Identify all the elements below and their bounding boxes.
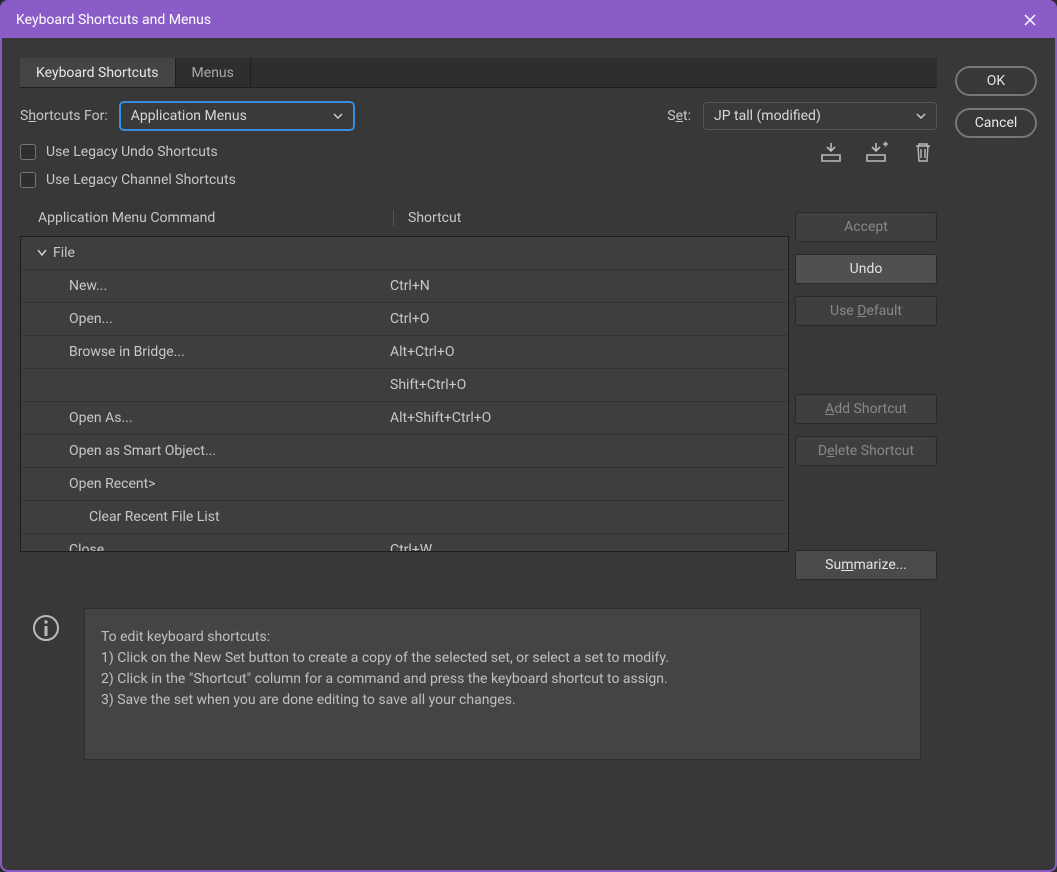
chevron-down-icon (37, 249, 47, 257)
shortcut-cell[interactable]: Alt+Ctrl+O (376, 344, 788, 360)
shortcut-cell[interactable]: Ctrl+W (376, 542, 788, 551)
table-row[interactable]: Clear Recent File List (21, 501, 788, 534)
help-line: To edit keyboard shortcuts: (101, 627, 904, 648)
tab-menus[interactable]: Menus (176, 58, 251, 87)
checkbox-icon (20, 172, 36, 188)
command-cell: Open As... (21, 410, 376, 426)
save-set-button[interactable] (817, 138, 845, 166)
command-label: New... (69, 278, 107, 294)
shortcuts-for-value: Application Menus (131, 108, 247, 124)
shortcut-cell[interactable]: Shift+Ctrl+O (376, 377, 788, 393)
shortcut-cell[interactable]: Alt+Shift+Ctrl+O (376, 410, 788, 426)
close-button[interactable] (1015, 5, 1045, 35)
trash-icon (913, 141, 933, 163)
checkbox-icon (20, 144, 36, 160)
table-row[interactable]: File (21, 237, 788, 270)
shortcuts-for-label: Shortcuts For: (20, 108, 108, 124)
command-cell: Close (21, 542, 376, 551)
cancel-button[interactable]: Cancel (955, 108, 1037, 138)
command-cell: Open Recent> (21, 476, 376, 492)
table-header: Application Menu Command Shortcut (20, 194, 789, 236)
table-row[interactable]: Open Recent> (21, 468, 788, 501)
help-line: 2) Click in the "Shortcut" column for a … (101, 669, 904, 690)
table-row[interactable]: Open... Ctrl+O (21, 303, 788, 336)
command-cell: Browse in Bridge... (21, 344, 376, 360)
shortcuts-table-body[interactable]: File New... Ctrl+N Open... Ctrl+O Browse in B… (21, 237, 788, 551)
command-label: Open... (69, 311, 113, 327)
table-row[interactable]: Close Ctrl+W (21, 534, 788, 551)
command-cell: File (21, 245, 376, 261)
shortcuts-for-select[interactable]: Application Menus (120, 102, 354, 130)
shortcut-cell[interactable]: Ctrl+O (376, 311, 788, 327)
table-row[interactable]: Browse in Bridge... Alt+Ctrl+O (21, 336, 788, 369)
command-label: Browse in Bridge... (69, 344, 185, 360)
check-legacy-channel[interactable]: Use Legacy Channel Shortcuts (20, 166, 236, 194)
delete-shortcut-button[interactable]: Delete Shortcut (795, 436, 937, 466)
command-label: Open Recent> (69, 476, 156, 492)
check-legacy-undo-label: Use Legacy Undo Shortcuts (46, 144, 218, 160)
command-cell: Open... (21, 311, 376, 327)
undo-button[interactable]: Undo (795, 254, 937, 284)
accept-button[interactable]: Accept (795, 212, 937, 242)
info-icon (26, 608, 60, 760)
check-legacy-undo[interactable]: Use Legacy Undo Shortcuts (20, 138, 236, 166)
delete-set-button[interactable] (909, 138, 937, 166)
tab-strip: Keyboard Shortcuts Menus (20, 58, 937, 88)
command-label: Clear Recent File List (89, 509, 220, 525)
command-cell: New... (21, 278, 376, 294)
command-label: Open As... (69, 410, 133, 426)
dialog-window: Keyboard Shortcuts and Menus Keyboard Sh… (0, 0, 1057, 872)
help-line: 1) Click on the New Set button to create… (101, 648, 904, 669)
command-cell: Open as Smart Object... (21, 443, 376, 459)
ok-button[interactable]: OK (955, 66, 1037, 96)
new-set-button[interactable] (863, 138, 891, 166)
table-row[interactable]: Shift+Ctrl+O (21, 369, 788, 402)
help-line: 3) Save the set when you are done editin… (101, 690, 904, 711)
command-label: Open as Smart Object... (69, 443, 216, 459)
save-new-icon (864, 141, 890, 163)
header-command: Application Menu Command (38, 210, 393, 226)
titlebar: Keyboard Shortcuts and Menus (2, 2, 1055, 38)
header-shortcut: Shortcut (393, 210, 789, 226)
window-title: Keyboard Shortcuts and Menus (16, 12, 211, 28)
close-icon (1023, 13, 1037, 27)
table-row[interactable]: Open As... Alt+Shift+Ctrl+O (21, 402, 788, 435)
use-default-button[interactable]: Use Default (795, 296, 937, 326)
summarize-button[interactable]: Summarize... (795, 550, 937, 580)
add-shortcut-button[interactable]: Add Shortcut (795, 394, 937, 424)
command-cell: Clear Recent File List (21, 509, 376, 525)
chevron-down-icon (916, 113, 926, 119)
shortcuts-table: File New... Ctrl+N Open... Ctrl+O Browse in B… (20, 236, 789, 552)
command-label: Close (69, 542, 104, 551)
save-icon (819, 141, 843, 163)
set-label: Set: (667, 108, 691, 124)
chevron-down-icon (333, 113, 343, 119)
help-text: To edit keyboard shortcuts: 1) Click on … (84, 608, 921, 760)
table-row[interactable]: New... Ctrl+N (21, 270, 788, 303)
shortcut-cell[interactable]: Ctrl+N (376, 278, 788, 294)
tab-keyboard-shortcuts[interactable]: Keyboard Shortcuts (20, 58, 176, 87)
check-legacy-channel-label: Use Legacy Channel Shortcuts (46, 172, 236, 188)
table-row[interactable]: Open as Smart Object... (21, 435, 788, 468)
set-value: JP tall (modified) (714, 108, 821, 124)
set-select[interactable]: JP tall (modified) (703, 102, 937, 130)
command-label: File (53, 245, 75, 261)
